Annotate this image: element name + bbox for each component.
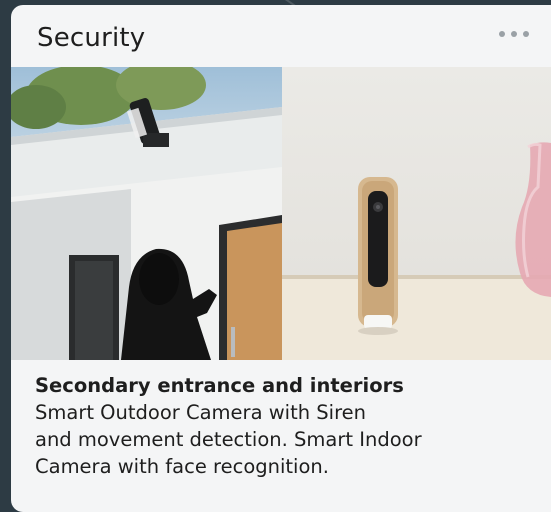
more-horizontal-icon	[499, 31, 505, 37]
card-header: Security	[11, 5, 551, 67]
card-title: Security	[37, 23, 146, 53]
indoor-camera-photo	[282, 67, 551, 360]
caption-heading: Secondary entrance and interiors	[35, 374, 404, 397]
outdoor-camera-photo	[11, 67, 282, 360]
indoor-scene-illustration	[282, 142, 551, 360]
security-card[interactable]: Security Secondary entrance and interior…	[11, 5, 551, 512]
card-images	[11, 67, 551, 360]
more-horizontal-icon	[523, 31, 529, 37]
caption-body: Smart Outdoor Camera with Siren and move…	[35, 401, 422, 478]
card-caption: Secondary entrance and interiors Smart O…	[35, 372, 535, 480]
more-options-button[interactable]	[499, 31, 529, 37]
more-horizontal-icon	[511, 31, 517, 37]
outdoor-scene-illustration	[11, 67, 282, 360]
